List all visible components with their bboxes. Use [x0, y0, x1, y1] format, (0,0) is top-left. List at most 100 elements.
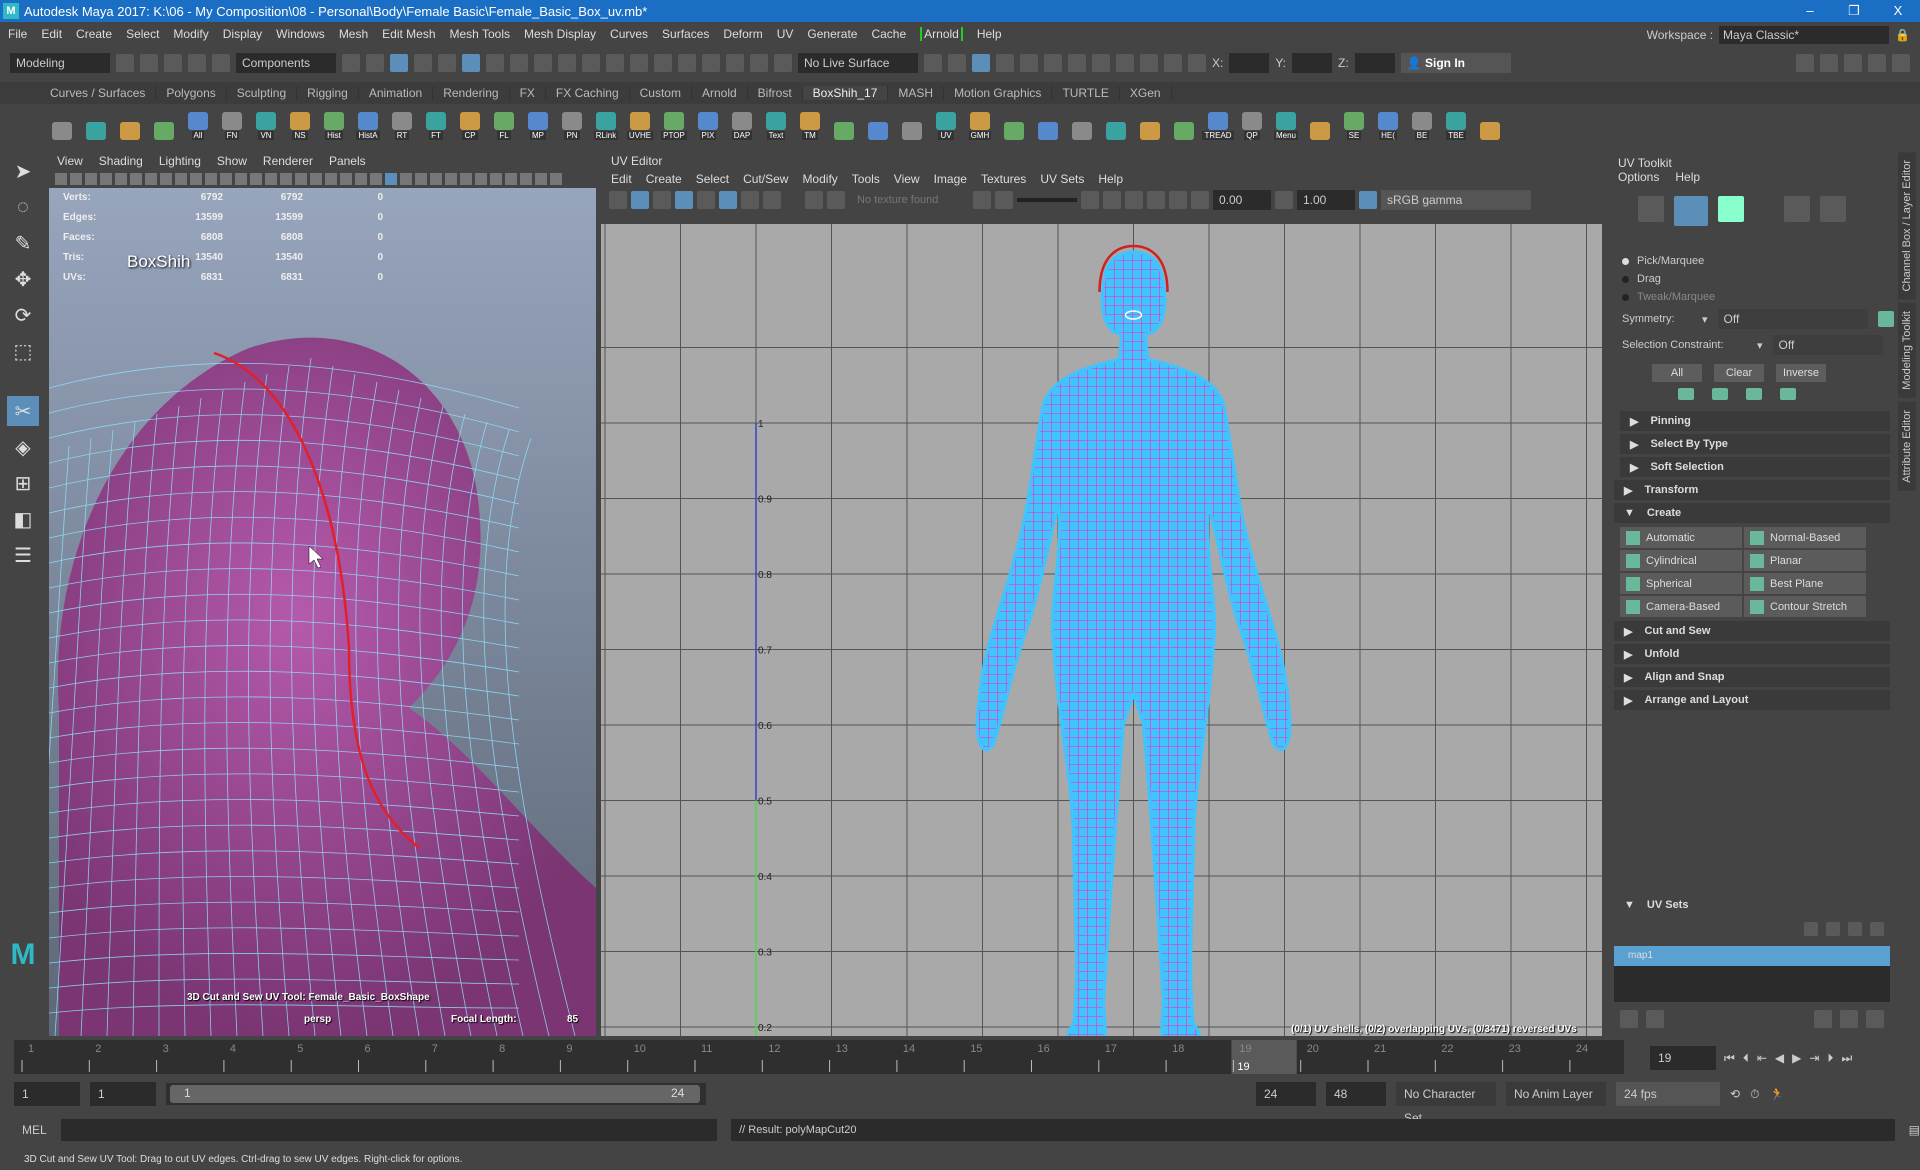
redo-icon[interactable]	[212, 54, 230, 72]
create-cylindrical-button[interactable]: Cylindrical	[1620, 550, 1742, 571]
shelf-tab-turtle[interactable]: TURTLE	[1052, 86, 1120, 100]
viewport-tool-icon[interactable]	[235, 173, 247, 185]
ipr-render-icon[interactable]	[1044, 54, 1062, 72]
mode-tweak-marquee[interactable]: Tweak/Marquee	[1608, 288, 1896, 306]
auto-key-icon[interactable]: ⏱	[1750, 1087, 1759, 1102]
gamma-icon[interactable]	[1275, 191, 1293, 209]
shelf-button[interactable]	[1136, 108, 1164, 140]
lock-icon[interactable]: 🔒	[1895, 28, 1910, 42]
shelf-tab-polygons[interactable]: Polygons	[156, 86, 227, 100]
outliner-layout-icon[interactable]: ☰	[7, 540, 39, 570]
shelf-button[interactable]	[898, 108, 926, 140]
object-mode-icon[interactable]	[1718, 196, 1744, 222]
point-mask-icon[interactable]	[438, 54, 456, 72]
rotate-tool-icon[interactable]: ⟳	[7, 300, 39, 330]
shelf-tab-motion-graphics[interactable]: Motion Graphics	[944, 86, 1053, 100]
new-uv-set-icon[interactable]	[1804, 922, 1818, 936]
highlight-selection-icon[interactable]	[630, 54, 648, 72]
display-grid-icon[interactable]	[719, 191, 737, 209]
menu-uv[interactable]: UV	[777, 27, 794, 41]
viewport-menu-view[interactable]: View	[57, 154, 83, 168]
snap-grid-icon[interactable]	[654, 54, 672, 72]
uv-borders-icon[interactable]	[697, 191, 715, 209]
dim-image-slider[interactable]	[1017, 198, 1077, 202]
viewport-tool-icon[interactable]	[445, 173, 457, 185]
viewport-tool-icon[interactable]	[175, 173, 187, 185]
shelf-button[interactable]: NS	[286, 108, 314, 140]
shelf-button[interactable]	[1476, 108, 1504, 140]
modeling-toolkit-icon[interactable]	[1796, 54, 1814, 72]
character-set-dropdown[interactable]: No Character Set	[1396, 1082, 1496, 1125]
select-hierarchy-icon[interactable]	[342, 54, 360, 72]
output-ops-icon[interactable]	[948, 54, 966, 72]
viewport-menu-show[interactable]: Show	[217, 154, 247, 168]
uv-menu-modify[interactable]: Modify	[802, 172, 837, 186]
shelf-button[interactable]: Hist	[320, 108, 348, 140]
lasso-tool-icon[interactable]: ◌	[7, 192, 39, 222]
viewport-tool-icon[interactable]	[190, 173, 202, 185]
go-to-start-icon[interactable]: ⏮	[1724, 1051, 1735, 1066]
viewport-tool-icon[interactable]	[115, 173, 127, 185]
shrink-along-loop-icon[interactable]	[1746, 388, 1762, 400]
start-time-field[interactable]: 1	[14, 1082, 80, 1106]
shelf-tab-sculpting[interactable]: Sculpting	[227, 86, 298, 100]
rename-uv-set-icon[interactable]	[1848, 922, 1862, 936]
shelf-button[interactable]: RLink	[592, 108, 620, 140]
menu-file[interactable]: File	[8, 27, 27, 41]
play-forward-icon[interactable]: ▶	[1792, 1051, 1801, 1065]
shelf-button[interactable]	[1306, 108, 1334, 140]
uv-menu-view[interactable]: View	[894, 172, 920, 186]
uv-menu-edit[interactable]: Edit	[611, 172, 632, 186]
menu-set-dropdown[interactable]: Modeling	[10, 53, 110, 73]
move-tool-icon[interactable]: ✥	[7, 264, 39, 294]
section-unfold[interactable]: ▶ Unfold	[1614, 644, 1890, 664]
save-scene-icon[interactable]	[164, 54, 182, 72]
viewport-tool-icon[interactable]	[460, 173, 472, 185]
uv-snapshot-icon[interactable]	[1866, 1010, 1884, 1028]
uv-menu-help[interactable]: Help	[1098, 172, 1123, 186]
menu-help[interactable]: Help	[977, 27, 1002, 41]
shelf-button[interactable]	[1102, 108, 1130, 140]
shelf-button[interactable]: BE	[1408, 108, 1436, 140]
uv-layout-icon[interactable]	[1814, 1010, 1832, 1028]
viewport-scene[interactable]	[49, 188, 596, 1036]
command-input[interactable]	[60, 1119, 718, 1141]
delete-uv-set-icon[interactable]	[1870, 922, 1884, 936]
viewport-tool-icon[interactable]	[550, 173, 562, 185]
new-scene-icon[interactable]	[116, 54, 134, 72]
radio-icon[interactable]	[1622, 257, 1629, 265]
viewport-tool-icon[interactable]	[340, 173, 352, 185]
isolate-icon[interactable]	[1081, 191, 1099, 209]
grow-selection-icon[interactable]	[1712, 388, 1728, 400]
menu-curves[interactable]: Curves	[610, 27, 648, 41]
mode-drag[interactable]: Drag	[1608, 270, 1896, 288]
animation-prefs-icon[interactable]: 🏃	[1769, 1087, 1784, 1101]
viewport-tool-icon[interactable]	[385, 173, 397, 185]
shelf-button[interactable]: VN	[252, 108, 280, 140]
create-spherical-button[interactable]: Spherical	[1620, 573, 1742, 594]
shelf-button[interactable]	[48, 108, 76, 140]
create-automatic-button[interactable]: Automatic	[1620, 527, 1742, 548]
section-align-and-snap[interactable]: ▶ Align and Snap	[1614, 667, 1890, 687]
shelf-button[interactable]: PIX	[694, 108, 722, 140]
symmetry-dropdown[interactable]: Off	[1717, 309, 1868, 329]
selection-mode-dropdown[interactable]: Components	[236, 53, 336, 73]
menu-create[interactable]: Create	[76, 27, 112, 41]
shelf-button[interactable]: TBE	[1442, 108, 1470, 140]
shelf-button[interactable]: MP	[524, 108, 552, 140]
shelf-tab-fx-caching[interactable]: FX Caching	[546, 86, 630, 100]
y-field[interactable]	[1292, 53, 1333, 73]
menu-display[interactable]: Display	[223, 27, 262, 41]
side-tab-attribute-editor[interactable]: Attribute Editor	[1898, 402, 1916, 491]
viewport-menu-panels[interactable]: Panels	[329, 154, 366, 168]
shelf-tab-xgen[interactable]: XGen	[1120, 86, 1172, 100]
viewport-tool-icon[interactable]	[55, 173, 67, 185]
step-forward-frame-icon[interactable]: ⏵	[1827, 1051, 1833, 1066]
exposure-icon[interactable]	[1191, 191, 1209, 209]
exposure-field[interactable]: 0.00	[1213, 190, 1271, 210]
shelf-tab-rendering[interactable]: Rendering	[433, 86, 510, 100]
x-field[interactable]	[1229, 53, 1270, 73]
shelf-tab-mash[interactable]: MASH	[888, 86, 945, 100]
uv-shell-mode-icon[interactable]	[1674, 196, 1708, 226]
viewport-tool-icon[interactable]	[505, 173, 517, 185]
